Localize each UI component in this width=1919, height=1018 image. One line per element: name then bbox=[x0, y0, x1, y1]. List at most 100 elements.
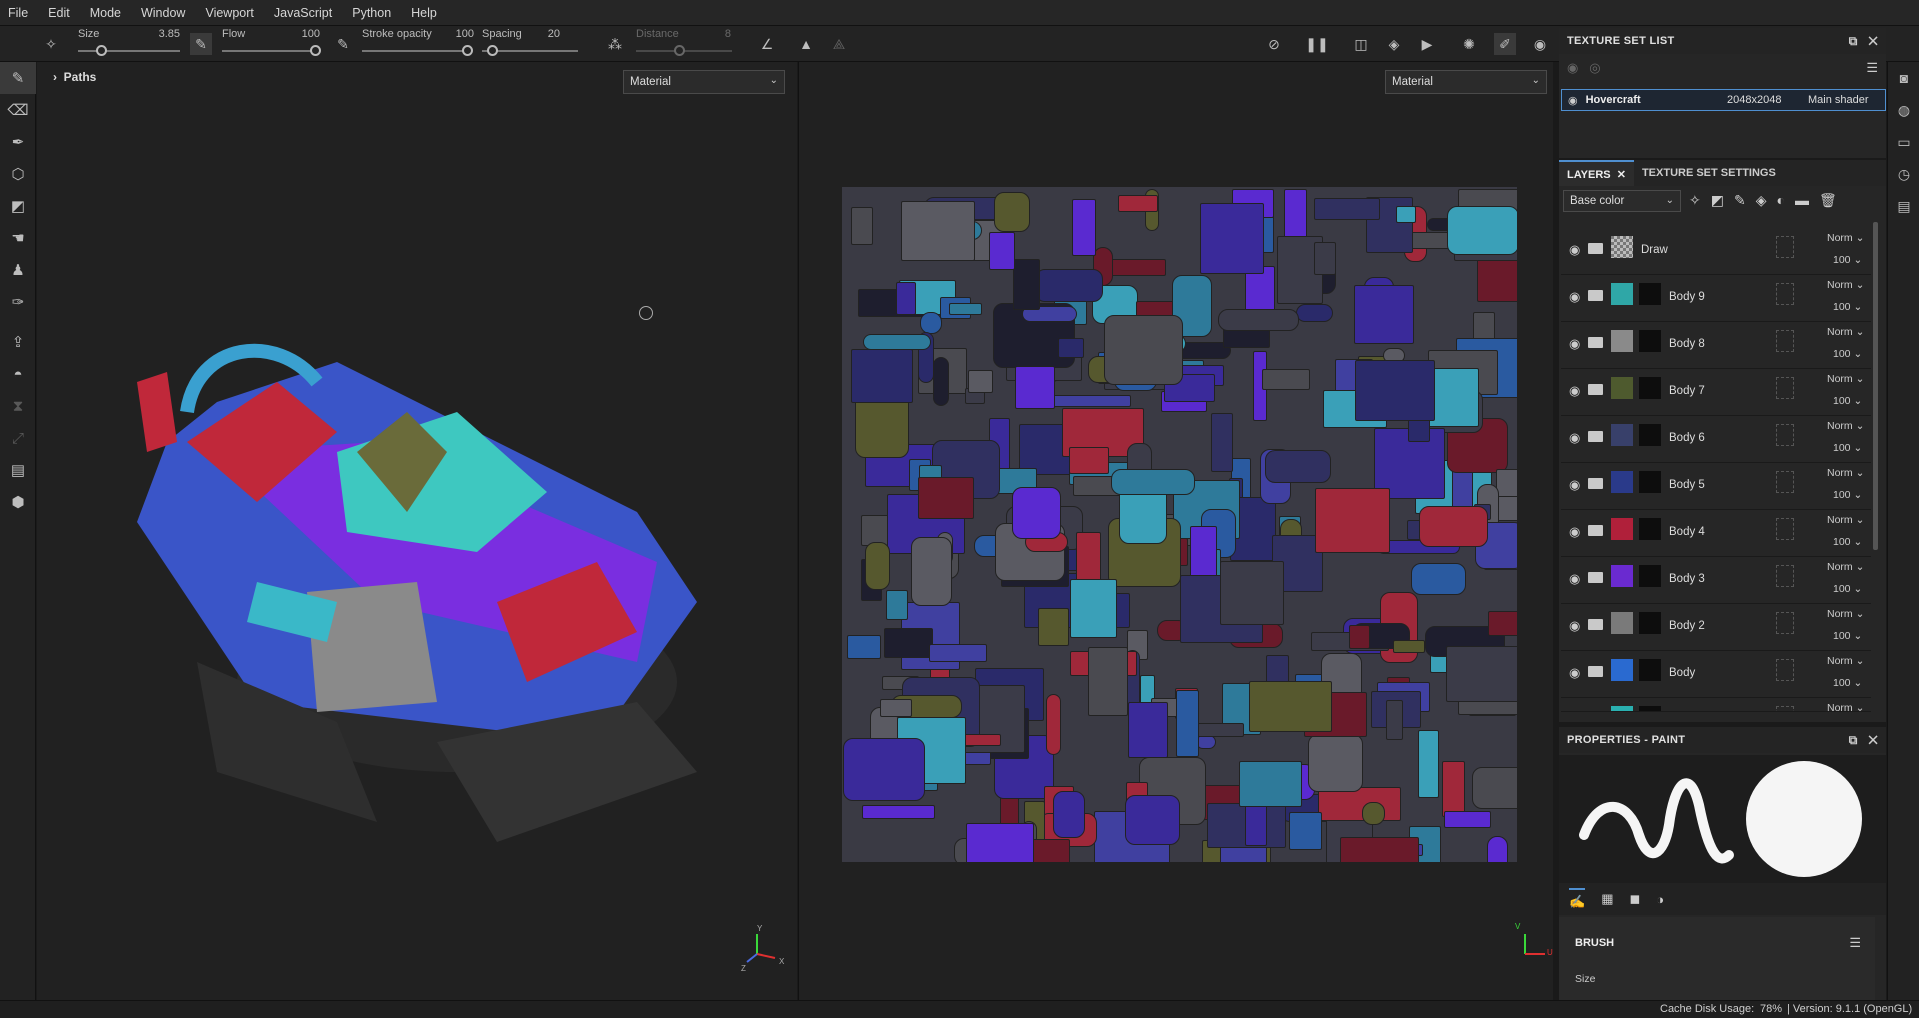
size-knob[interactable] bbox=[96, 45, 107, 56]
brush-presets-icon[interactable]: ☰ bbox=[1849, 935, 1861, 951]
layer-row[interactable]: ◉ Body 7 Norm ⌄ 100 ⌄ bbox=[1561, 369, 1871, 416]
blend-opacity[interactable]: 100 ⌄ bbox=[1833, 677, 1862, 689]
blend-opacity[interactable]: 100 ⌄ bbox=[1833, 583, 1862, 595]
layer-row[interactable]: ◉ Body 6 Norm ⌄ 100 ⌄ bbox=[1561, 416, 1871, 463]
blend-mode[interactable]: Norm ⌄ bbox=[1827, 420, 1864, 432]
hide-icon[interactable]: ⊘ bbox=[1263, 33, 1285, 55]
texture-set-row[interactable]: ◉ Hovercraft 2048x2048 Main shader bbox=[1561, 89, 1886, 111]
blend-mode[interactable]: Norm ⌄ bbox=[1827, 608, 1864, 620]
viewport-2d[interactable]: Material ⌄ V U bbox=[798, 62, 1553, 1000]
stroke-pressure-icon[interactable]: ✎ bbox=[332, 33, 354, 55]
layer-row[interactable]: ◉ Body 8 Norm ⌄ 100 ⌄ bbox=[1561, 322, 1871, 369]
brush-mode-icon[interactable]: ✐ bbox=[1494, 33, 1516, 55]
close-icon[interactable]: ✕ bbox=[1617, 169, 1626, 181]
blend-mode[interactable]: Norm ⌄ bbox=[1827, 655, 1864, 667]
close-icon[interactable]: ✕ bbox=[1869, 733, 1878, 747]
blend-opacity[interactable]: 100 ⌄ bbox=[1833, 348, 1862, 360]
tab-layers[interactable]: LAYERS ✕ bbox=[1559, 160, 1634, 186]
channel-select[interactable]: Base color ⌄ bbox=[1563, 190, 1681, 212]
viewport-3d[interactable]: › Paths Material ⌄ Y X Z bbox=[37, 62, 797, 1000]
camera-video-icon[interactable]: ▶ bbox=[1416, 33, 1438, 55]
blend-mode[interactable]: Norm ⌄ bbox=[1827, 279, 1864, 291]
blend-mode[interactable]: Norm ⌄ bbox=[1827, 467, 1864, 479]
flow-knob[interactable] bbox=[310, 45, 321, 56]
blend-opacity[interactable]: 100 ⌄ bbox=[1833, 442, 1862, 454]
add-mask-icon[interactable]: ◐ bbox=[1776, 192, 1784, 209]
lazy-mouse-icon[interactable]: ⁂ bbox=[604, 33, 626, 55]
eye-icon[interactable]: ◉ bbox=[1569, 618, 1580, 634]
symmetry-icon[interactable]: ◫ bbox=[1350, 33, 1372, 55]
eye-icon[interactable]: ◉ bbox=[1569, 665, 1580, 681]
distance-slider[interactable]: Distance 8 bbox=[636, 26, 736, 62]
menu-javascript[interactable]: JavaScript bbox=[274, 6, 332, 20]
document-icon[interactable]: ▤ bbox=[0, 454, 36, 486]
layer-blend-slot[interactable] bbox=[1776, 659, 1794, 681]
log-icon[interactable]: ▤ bbox=[1888, 190, 1919, 222]
alpha-tab-icon[interactable]: ◑ bbox=[1656, 892, 1664, 907]
viewport-3d-mode-select[interactable]: Material ⌄ bbox=[623, 70, 785, 94]
add-fill-icon[interactable]: ◈ bbox=[1756, 192, 1767, 209]
layer-row[interactable]: ◉ Body 9 Norm ⌄ 100 ⌄ bbox=[1561, 275, 1871, 322]
smudge-icon[interactable]: ☚ bbox=[0, 222, 36, 254]
blend-mode[interactable]: Norm ⌄ bbox=[1827, 232, 1864, 244]
screenshot-icon[interactable]: ◉ bbox=[1529, 33, 1551, 55]
blend-opacity[interactable]: 100 ⌄ bbox=[1833, 301, 1862, 313]
close-icon[interactable]: ✕ bbox=[1869, 34, 1878, 48]
blend-opacity[interactable]: 100 ⌄ bbox=[1833, 395, 1862, 407]
layers-scrollbar[interactable] bbox=[1873, 222, 1878, 550]
layer-blend-slot[interactable] bbox=[1776, 283, 1794, 305]
transform-icon[interactable]: ⤢ bbox=[0, 422, 36, 454]
mirror-settings-icon[interactable]: ⟁ bbox=[828, 33, 850, 55]
menu-help[interactable]: Help bbox=[411, 6, 437, 20]
blend-mode[interactable]: Norm ⌄ bbox=[1827, 326, 1864, 338]
stroke-opacity-knob[interactable] bbox=[462, 45, 473, 56]
bake-icon[interactable]: ✺ bbox=[1458, 33, 1480, 55]
paths-toggle[interactable]: › Paths bbox=[53, 70, 96, 84]
add-folder-icon[interactable]: ▬ bbox=[1795, 192, 1809, 209]
shader-settings-icon[interactable]: ◍ bbox=[1888, 94, 1919, 126]
eye-icon[interactable]: ◉ bbox=[1569, 430, 1580, 446]
tab-texture-set-settings[interactable]: TEXTURE SET SETTINGS bbox=[1634, 167, 1784, 179]
distance-knob[interactable] bbox=[674, 45, 685, 56]
layer-blend-slot[interactable] bbox=[1776, 377, 1794, 399]
brush-tab-icon[interactable]: ✍ bbox=[1569, 888, 1586, 910]
pause-icon[interactable]: ❚❚ bbox=[1305, 33, 1328, 55]
menu-window[interactable]: Window bbox=[141, 6, 185, 20]
menu-edit[interactable]: Edit bbox=[48, 6, 70, 20]
size-slider[interactable]: Size 3.85 bbox=[78, 26, 183, 62]
layer-row[interactable]: ◉ Body 3 Norm ⌄ 100 ⌄ bbox=[1561, 557, 1871, 604]
history-icon[interactable]: ◷ bbox=[1888, 158, 1919, 190]
layer-row[interactable]: ◉ Body 2 Norm ⌄ 100 ⌄ bbox=[1561, 604, 1871, 651]
blend-mode[interactable]: Norm ⌄ bbox=[1827, 514, 1864, 526]
menu-viewport[interactable]: Viewport bbox=[205, 6, 253, 20]
delete-icon[interactable]: 🗑 bbox=[1819, 192, 1837, 209]
add-paint-layer-icon[interactable]: ✎ bbox=[1734, 192, 1746, 209]
stroke-opacity-slider[interactable]: Stroke opacity 100 bbox=[362, 26, 474, 62]
spacing-knob[interactable] bbox=[487, 45, 498, 56]
blend-mode[interactable]: Norm ⌄ bbox=[1827, 561, 1864, 573]
eye-filter-icon[interactable]: ◎ bbox=[1589, 60, 1600, 76]
blend-opacity[interactable]: 100 ⌄ bbox=[1833, 536, 1862, 548]
layer-row[interactable]: ◉ Body 4 Norm ⌄ 100 ⌄ bbox=[1561, 510, 1871, 557]
symmetry-settings-icon[interactable]: ✧ bbox=[40, 33, 62, 55]
layer-row[interactable]: ◉Norm ⌄ ⌄ bbox=[1561, 698, 1871, 712]
angle-icon[interactable]: ∠ bbox=[756, 33, 778, 55]
eye-icon[interactable]: ◉ bbox=[1569, 336, 1580, 352]
bake-mesh-icon[interactable]: ◓ bbox=[0, 358, 36, 390]
menu-python[interactable]: Python bbox=[352, 6, 391, 20]
layer-blend-slot[interactable] bbox=[1776, 706, 1794, 711]
blend-opacity[interactable]: 100 ⌄ bbox=[1833, 489, 1862, 501]
history-icon[interactable]: ⧗ bbox=[0, 390, 36, 422]
eraser-icon[interactable]: ⌫ bbox=[0, 94, 36, 126]
material-tab-icon[interactable]: ▦ bbox=[1601, 891, 1613, 907]
layer-blend-slot[interactable] bbox=[1776, 471, 1794, 493]
eye-icon[interactable]: ◉ bbox=[1569, 477, 1580, 493]
cube-icon[interactable]: ◈ bbox=[1383, 33, 1405, 55]
flow-slider[interactable]: Flow 100 bbox=[222, 26, 322, 62]
layer-blend-slot[interactable] bbox=[1776, 236, 1794, 258]
color-picker-icon[interactable]: ✑ bbox=[0, 286, 36, 318]
spacing-slider[interactable]: Spacing 20 bbox=[482, 26, 582, 62]
geometry-fill-icon[interactable]: ⬡ bbox=[0, 158, 36, 190]
eye-icon[interactable]: ◉ bbox=[1569, 571, 1580, 587]
clone-icon[interactable]: ♟ bbox=[0, 254, 36, 286]
